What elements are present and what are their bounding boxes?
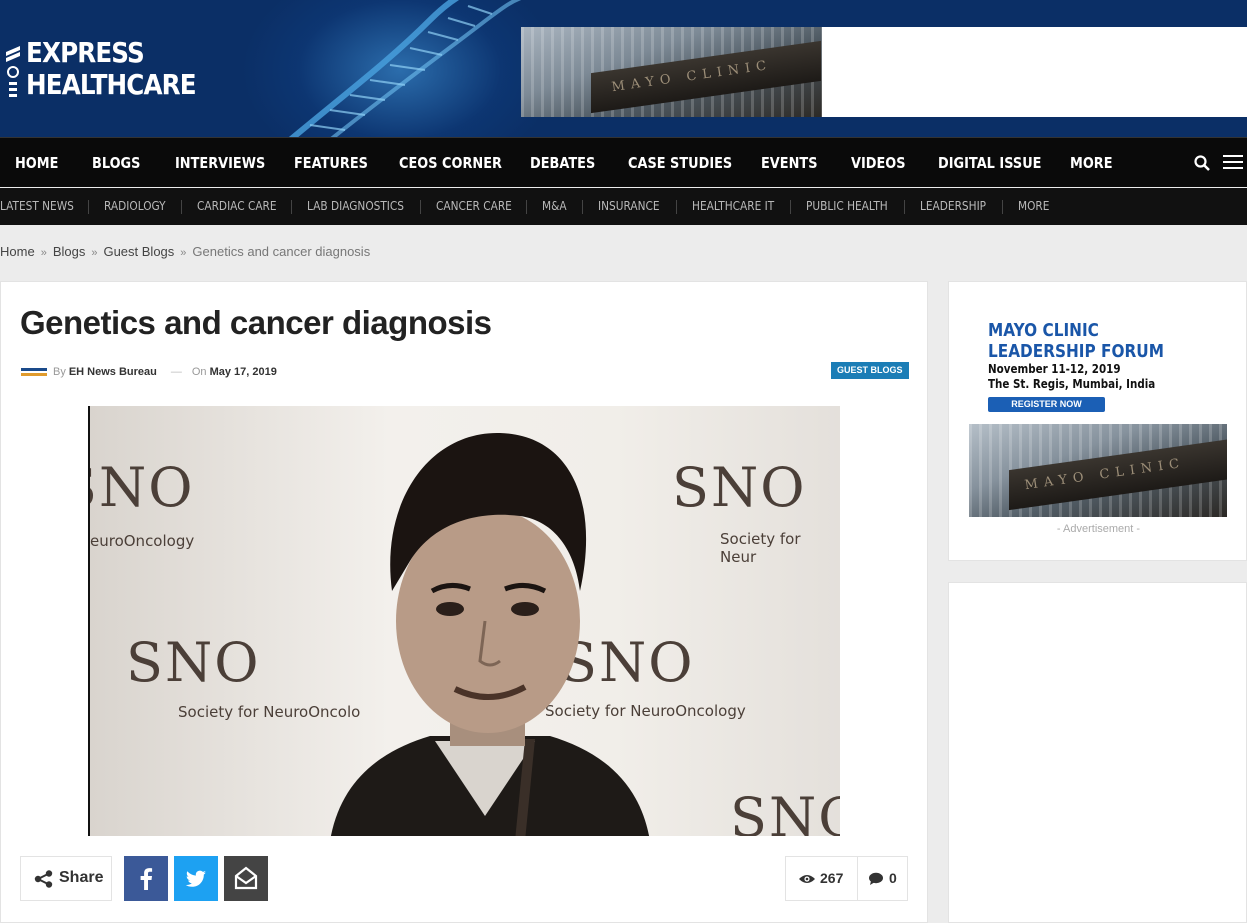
eye-icon [799,875,815,883]
sub-nav: LATEST NEWS RADIOLOGY CARDIAC CARE LAB D… [0,188,1247,225]
subnav-latest-news[interactable]: LATEST NEWS [0,188,74,225]
backdrop-logo: SNO [126,631,261,694]
breadcrumb-separator: » [180,247,187,259]
nav-home[interactable]: HOME [15,138,58,188]
meta-on: On [191,366,207,378]
subnav-divider [420,200,421,214]
nav-blogs[interactable]: BLOGS [92,138,140,188]
subnav-insurance[interactable]: INSURANCE [598,188,660,225]
publish-date: May 17, 2019 [209,366,277,378]
nav-videos[interactable]: VIDEOS [851,138,906,188]
subnav-leadership[interactable]: LEADERSHIP [920,188,986,225]
advertisement-caption: - Advertisement - [1056,523,1141,535]
ad-title-line1: MAYO CLINIC [988,320,1099,341]
author-avatar[interactable] [21,366,47,379]
breadcrumb-separator: » [91,247,98,259]
email-share-button[interactable] [224,856,268,901]
view-count: 267 [820,870,844,886]
backdrop-logo: SNO [730,786,840,836]
stats-divider [857,857,858,900]
article-featured-image: SNO euroOncology SNO Society for Neur SN… [88,406,840,836]
ad-title[interactable]: MAYO CLINIC LEADERSHIP FORUM [988,320,1164,362]
comments-icon[interactable] [868,872,884,886]
share-label-box[interactable]: Share [20,856,112,901]
nav-events[interactable]: EVENTS [761,138,818,188]
breadcrumb-guest-blogs[interactable]: Guest Blogs [103,244,174,259]
subnav-lab-diagnostics[interactable]: LAB DIAGNOSTICS [307,188,404,225]
breadcrumb-separator: » [40,247,47,259]
article-card: Genetics and cancer diagnosis By EH News … [0,281,928,923]
subnav-radiology[interactable]: RADIOLOGY [104,188,166,225]
header-ad-banner[interactable]: MAYO CLINIC [521,27,1247,117]
facebook-share-button[interactable] [124,856,168,901]
backdrop-logo: SNO [672,456,807,519]
comment-count[interactable]: 0 [889,870,897,886]
site-header: EXPRESS HEALTHCARE MAYO CLINIC [0,0,1247,137]
ad-building-photo[interactable]: MAYO CLINIC [969,424,1227,517]
post-stats: 267 0 [785,856,908,901]
category-badge[interactable]: GUEST BLOGS [831,362,909,379]
subnav-divider [291,200,292,214]
subnav-divider [790,200,791,214]
logo-line2: HEALTHCARE [26,68,197,101]
nav-more[interactable]: MORE [1070,138,1113,188]
main-nav: HOME BLOGS INTERVIEWS FEATURES CEOS CORN… [0,137,1247,187]
share-icon [34,870,53,888]
banner-building-photo: MAYO CLINIC [521,27,822,117]
logo-mark-icon [6,46,20,97]
subnav-divider [676,200,677,214]
meta-by: By [53,366,66,378]
nav-digital-issue[interactable]: DIGITAL ISSUE [938,138,1041,188]
breadcrumb-home[interactable]: Home [0,244,35,259]
subnav-cancer-care[interactable]: CANCER CARE [436,188,512,225]
sidebar-ad-widget: MAYO CLINIC LEADERSHIP FORUM November 11… [948,281,1247,561]
backdrop-text: euroOncology [90,532,195,550]
subnav-divider [526,200,527,214]
article-meta: By EH News Bureau — On May 17, 2019 [21,366,277,382]
subnav-m-and-a[interactable]: M&A [542,188,567,225]
dna-graphic [288,0,522,137]
subnav-divider [181,200,182,214]
register-now-button[interactable]: REGISTER NOW [988,397,1105,412]
nav-debates[interactable]: DEBATES [530,138,595,188]
subnav-healthcare-it[interactable]: HEALTHCARE IT [692,188,774,225]
person-portrait [331,432,649,836]
meta-dash: — [170,366,182,378]
article-title: Genetics and cancer diagnosis [20,304,492,341]
sidebar-widget-empty [948,582,1247,923]
twitter-icon [185,870,206,887]
breadcrumb: Home » Blogs » Guest Blogs » Genetics and canc… [0,244,370,260]
breadcrumb-blogs[interactable]: Blogs [53,244,86,259]
search-icon[interactable] [1194,155,1210,171]
facebook-icon [140,868,153,890]
author-name[interactable]: EH News Bureau [69,366,157,378]
ad-date: November 11-12, 2019 [988,362,1121,376]
subnav-divider [1002,200,1003,214]
ad-venue: The St. Regis, Mumbai, India [988,377,1156,391]
breadcrumb-current: Genetics and cancer diagnosis [192,244,371,259]
email-icon [234,866,258,890]
ad-title-line2: LEADERSHIP FORUM [988,341,1164,362]
nav-interviews[interactable]: INTERVIEWS [175,138,265,188]
nav-ceos-corner[interactable]: CEOS CORNER [399,138,502,188]
subnav-public-health[interactable]: PUBLIC HEALTH [806,188,888,225]
backdrop-text: Society for Neur [720,530,801,566]
site-logo[interactable]: EXPRESS HEALTHCARE [4,36,197,104]
backdrop-logo: SNO [90,456,195,519]
nav-case-studies[interactable]: CASE STUDIES [628,138,732,188]
logo-line1: EXPRESS [26,36,145,69]
subnav-divider [88,200,89,214]
subnav-divider [904,200,905,214]
subnav-cardiac-care[interactable]: CARDIAC CARE [197,188,277,225]
twitter-share-button[interactable] [174,856,218,901]
share-label: Share [59,869,104,886]
subnav-more[interactable]: MORE [1018,188,1049,225]
nav-features[interactable]: FEATURES [294,138,368,188]
hamburger-menu-icon[interactable] [1223,155,1243,171]
subnav-divider [582,200,583,214]
